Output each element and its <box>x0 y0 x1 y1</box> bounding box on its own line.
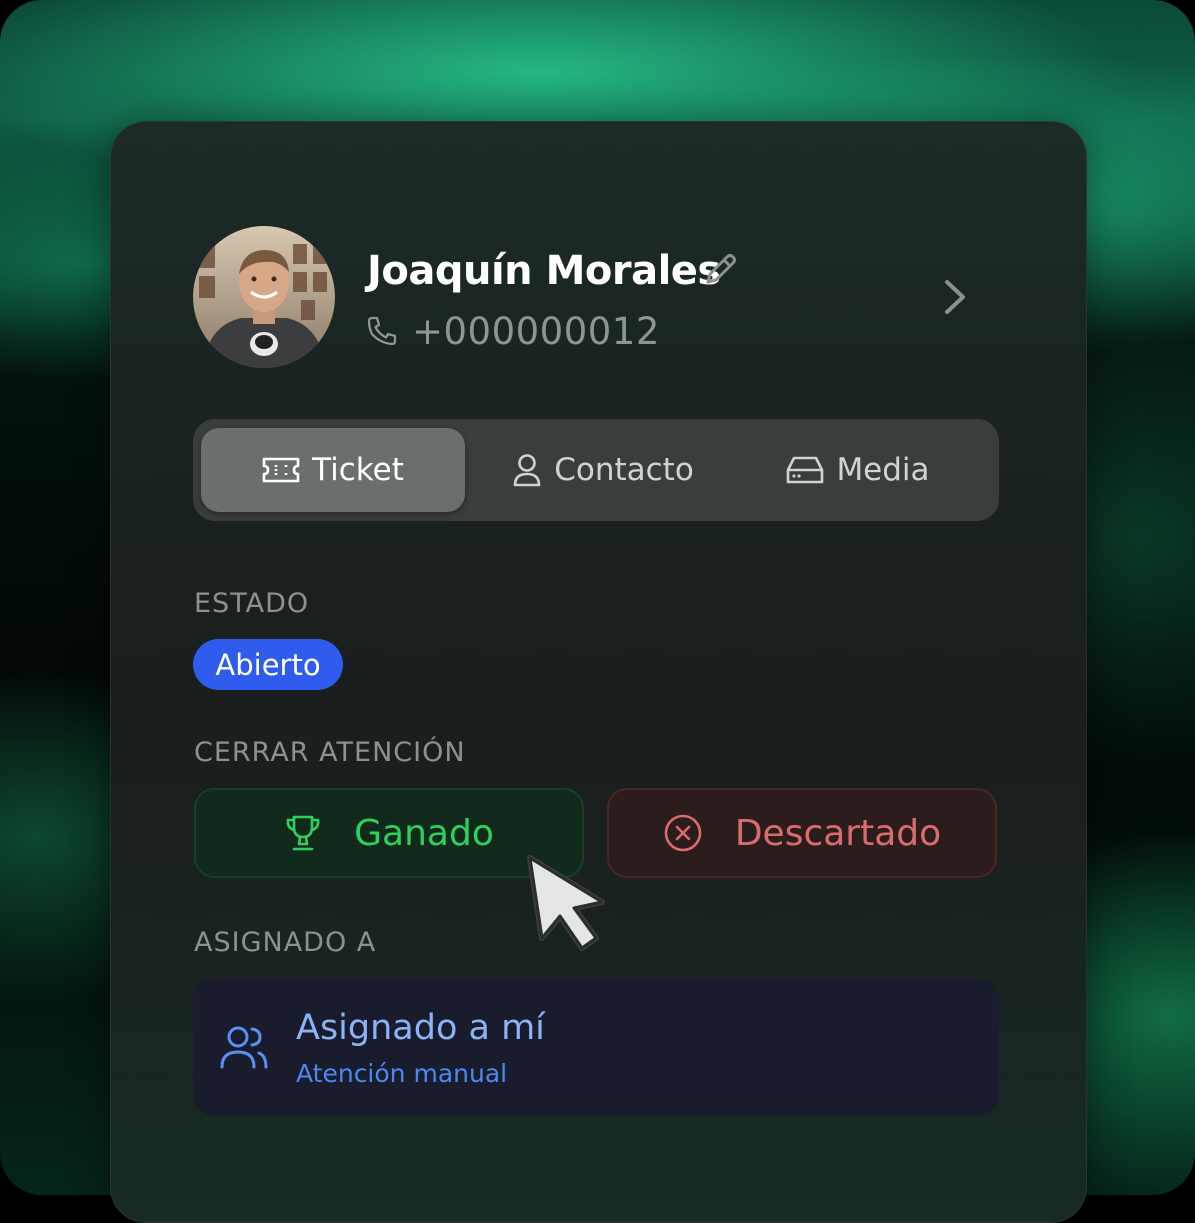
chevron-right-icon[interactable] <box>935 276 975 318</box>
tab-contacto[interactable]: Contacto <box>493 428 713 512</box>
ticket-icon <box>262 457 300 483</box>
user-icon <box>513 454 541 487</box>
mouse-cursor-icon <box>527 855 605 951</box>
status-section-label: ESTADO <box>194 588 310 619</box>
tab-ticket[interactable]: Ticket <box>201 428 465 512</box>
x-circle-icon <box>664 814 702 852</box>
discard-button-label: Descartado <box>734 812 942 854</box>
assigned-title: Asignado a mí <box>296 1008 545 1048</box>
pencil-icon[interactable] <box>700 250 740 290</box>
discard-button[interactable]: Descartado <box>607 788 997 878</box>
status-badge[interactable]: Abierto <box>193 639 343 690</box>
avatar <box>193 226 335 368</box>
close-section-label: CERRAR ATENCIÓN <box>194 737 466 768</box>
assigned-subtitle: Atención manual <box>296 1059 508 1088</box>
tab-bar: Ticket Contacto Media <box>193 419 999 521</box>
tab-ticket-label: Ticket <box>312 452 404 488</box>
assigned-card[interactable]: Asignado a mí Atención manual <box>193 978 999 1116</box>
contact-name: Joaquín Morales <box>367 248 721 294</box>
trophy-icon <box>286 815 320 851</box>
tab-contacto-label: Contacto <box>554 452 694 488</box>
contact-phone: +000000012 <box>412 310 660 353</box>
tab-media[interactable]: Media <box>778 428 938 512</box>
hard-drive-icon <box>787 456 824 484</box>
assigned-section-label: ASIGNADO A <box>194 927 377 958</box>
users-icon <box>220 1026 268 1069</box>
won-button-label: Ganado <box>354 812 494 854</box>
tab-media-label: Media <box>836 452 930 488</box>
phone-icon <box>367 316 397 346</box>
